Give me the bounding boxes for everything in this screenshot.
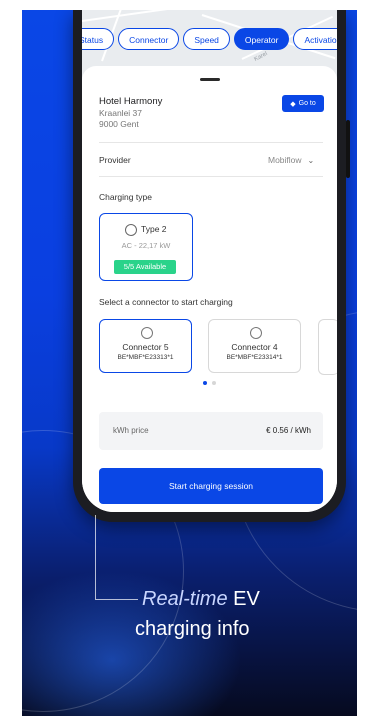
availability-badge: 5/5 Available [114,260,176,274]
location-street: Kraanlei 37 [99,108,143,118]
pager-dot[interactable] [212,381,216,385]
connector-card-peek[interactable] [318,319,337,375]
plug-icon [141,327,153,339]
divider [99,176,323,177]
tagline-italic: Real-time [142,588,228,610]
connector-card-5[interactable]: Connector 5 BE*MBF*E23313*1 [99,319,192,373]
sheet-drag-handle[interactable] [200,78,220,81]
navigation-diamond-icon: ◆ [290,100,296,108]
phone-side-button [346,120,350,178]
go-to-label: Go to [298,100,316,107]
tagline-line2: charging info [135,618,250,640]
type2-plug-icon [125,224,137,236]
pager-dot-active[interactable] [203,381,207,385]
charging-type-spec: AC - 22,17 kW [121,241,171,250]
connector-heading: Select a connector to start charging [99,297,233,307]
connector-id: BE*MBF*E23314*1 [226,354,283,361]
location-city: 9000 Gent [99,119,139,129]
connector-id: BE*MBF*E23313*1 [117,354,174,361]
provider-value: Mobiflow [268,155,302,165]
filter-chip-activation[interactable]: Activation [293,28,337,50]
charging-type-card[interactable]: Type 2 AC - 22,17 kW 5/5 Available [99,213,193,281]
callout-line [95,599,138,600]
connector-card-4[interactable]: Connector 4 BE*MBF*E23314*1 [208,319,301,373]
kwh-price-label: kWh price [113,426,149,435]
filter-chips: Status Connector Speed Operator Activati… [82,28,337,52]
price-box: kWh price € 0.56 / kWh [99,412,323,450]
station-detail-sheet: Hotel Harmony Kraanlei 37 9000 Gent ◆ Go… [82,66,337,512]
provider-label: Provider [99,155,131,165]
carousel-pager [203,381,216,385]
promo-banner: Karel Status Connector Speed Operator Ac… [22,10,357,716]
filter-chip-connector[interactable]: Connector [118,28,180,50]
filter-chip-operator[interactable]: Operator [233,28,290,50]
tagline-line1: Real-time EV [142,588,260,611]
divider [99,142,323,143]
plug-icon [250,327,262,339]
location-name: Hotel Harmony [99,96,163,107]
start-charging-button[interactable]: Start charging session [99,468,323,504]
kwh-price-value: € 0.56 / kWh [266,426,311,435]
provider-select[interactable]: Mobiflow ⌄ [268,155,314,165]
phone-screen: Karel Status Connector Speed Operator Ac… [82,10,337,512]
charging-type-name: Type 2 [141,224,167,234]
connector-name: Connector 4 [231,342,278,352]
charging-type-heading: Charging type [99,192,152,202]
filter-chip-status[interactable]: Status [82,28,115,50]
callout-line [95,515,96,599]
filter-chip-speed[interactable]: Speed [183,28,230,50]
connector-name: Connector 5 [122,342,169,352]
chevron-down-icon: ⌄ [307,155,315,165]
tagline-ev: EV [233,588,260,610]
go-to-button[interactable]: ◆ Go to [282,95,324,112]
